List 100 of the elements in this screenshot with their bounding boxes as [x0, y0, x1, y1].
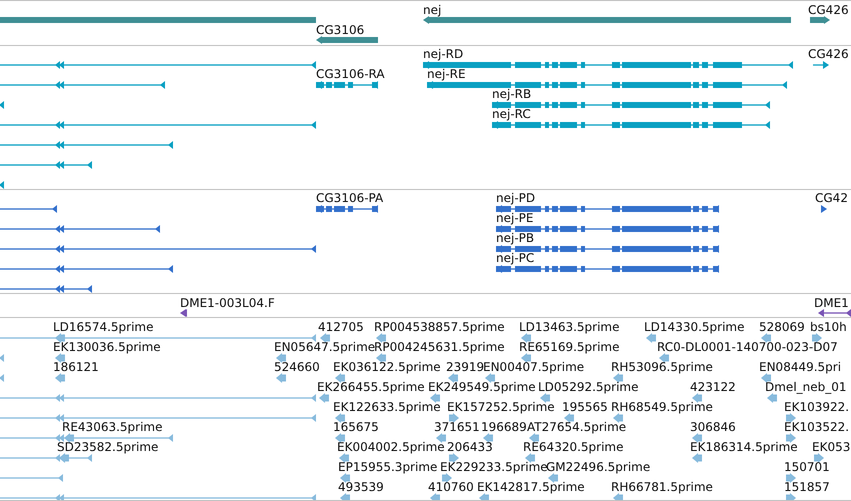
feature-label: AT27654.5prime: [527, 420, 626, 434]
est-glyph[interactable]: [564, 413, 574, 423]
gene-bar[interactable]: [810, 14, 830, 24]
feature-label: 528069: [759, 320, 805, 334]
feature-label: DME1: [814, 296, 849, 310]
transcript-glyph[interactable]: [427, 80, 787, 90]
transcript-glyph[interactable]: [316, 80, 378, 90]
feature-label: EK103522.: [784, 420, 850, 434]
feature-label: CG426: [808, 3, 849, 17]
est-glyph[interactable]: [55, 353, 65, 363]
est-glyph[interactable]: [376, 333, 386, 343]
est-glyph[interactable]: [55, 333, 65, 343]
feature-label: 150701: [784, 460, 830, 474]
feature-label: CG3106: [316, 23, 364, 37]
est-glyph[interactable]: [529, 433, 539, 443]
feature-label: 151857: [784, 480, 830, 494]
feature-label: EP15955.3prime: [338, 460, 438, 474]
est-glyph[interactable]: [521, 333, 531, 343]
feature-label: EK142817.5prime: [477, 480, 585, 494]
feature-label: nej-RC: [492, 107, 531, 121]
feature-label: EK004002.5prime: [337, 440, 445, 454]
feature-label: RE43063.5prime: [62, 420, 162, 434]
protein-glyph[interactable]: [820, 204, 827, 214]
est-glyph[interactable]: [692, 433, 702, 443]
transcript-glyph[interactable]: [810, 60, 829, 70]
est-glyph[interactable]: [814, 453, 824, 463]
feature-label: EK122633.5prime: [333, 400, 441, 414]
feature-label: LD16574.5prime: [53, 320, 154, 334]
est-glyph[interactable]: [335, 433, 345, 443]
feature-label: EN08449.5pri: [759, 360, 842, 374]
feature-label: RC0-DL0001-140700-023-D07: [657, 340, 838, 354]
feature-label: EN05647.5prime: [274, 340, 376, 354]
gene-bar[interactable]: [423, 14, 791, 24]
feature-label: EK186314.5prime: [690, 440, 798, 454]
protein-glyph[interactable]: [496, 204, 719, 214]
est-glyph[interactable]: [786, 473, 796, 483]
feature-label: RE64320.5prime: [523, 440, 624, 454]
feature-label: nej-PC: [496, 251, 534, 265]
est-glyph[interactable]: [335, 373, 345, 383]
feature-label: 371651: [434, 420, 480, 434]
est-glyph[interactable]: [449, 453, 459, 463]
feature-label: 423122: [690, 380, 736, 394]
est-glyph[interactable]: [376, 353, 386, 363]
feature-label: 524660: [274, 360, 320, 374]
feature-label: 196689: [481, 420, 527, 434]
est-glyph[interactable]: [483, 433, 493, 443]
feature-label: bs10h: [810, 320, 847, 334]
protein-glyph[interactable]: [496, 224, 719, 234]
feature-label: 410760: [428, 480, 474, 494]
feature-label: RP004538857.5prime: [374, 320, 505, 334]
feature-label: nej-RD: [423, 47, 464, 61]
transcript-glyph[interactable]: [492, 120, 770, 130]
feature-label: RH66781.5prime: [611, 480, 713, 494]
est-glyph[interactable]: [659, 353, 669, 363]
feature-label: 186121: [53, 360, 99, 374]
clone-glyph[interactable]: [180, 308, 187, 317]
est-glyph[interactable]: [339, 453, 349, 463]
est-glyph[interactable]: [761, 333, 771, 343]
gene-bar[interactable]: [0, 16, 316, 22]
feature-label: LD13463.5prime: [519, 320, 620, 334]
est-glyph[interactable]: [64, 433, 74, 443]
feature-label: nej-PD: [496, 191, 536, 205]
feature-label: EN00407.5prime: [483, 360, 584, 374]
est-glyph[interactable]: [521, 353, 531, 363]
feature-label: 165675: [333, 420, 379, 434]
feature-label: LD14330.5prime: [644, 320, 745, 334]
est-glyph[interactable]: [335, 413, 345, 423]
feature-label: RH68549.5prime: [611, 400, 713, 414]
feature-label: 23919: [446, 360, 484, 374]
feature-label: RH53096.5prime: [611, 360, 713, 374]
protein-glyph[interactable]: [496, 244, 719, 254]
est-glyph[interactable]: [786, 413, 796, 423]
gene-bar[interactable]: [316, 34, 378, 44]
feature-label: nej: [423, 3, 442, 17]
protein-glyph[interactable]: [316, 204, 378, 214]
feature-label: nej-RB: [492, 87, 532, 101]
feature-label: RP004245631.5prime: [374, 340, 505, 354]
est-glyph[interactable]: [276, 353, 286, 363]
feature-label: EK130036.5prime: [53, 340, 161, 354]
feature-label: 306846: [690, 420, 736, 434]
feature-label: nej-PB: [496, 231, 534, 245]
feature-label: EK157252.5prime: [447, 400, 555, 414]
feature-label: 206433: [447, 440, 493, 454]
feature-label: SD23582.5prime: [57, 440, 158, 454]
est-glyph[interactable]: [340, 473, 350, 483]
transcript-glyph[interactable]: [492, 100, 770, 110]
feature-label: EK103922.: [784, 400, 850, 414]
est-glyph[interactable]: [320, 333, 330, 343]
transcript-glyph[interactable]: [423, 60, 793, 70]
feature-label: Dmel_neb_01: [765, 380, 847, 394]
feature-label: 493539: [338, 480, 384, 494]
feature-label: CG3106-PA: [316, 191, 384, 205]
feature-label: nej-RE: [427, 67, 466, 81]
est-glyph[interactable]: [761, 373, 771, 383]
feature-label: EK036122.5prime: [333, 360, 441, 374]
est-glyph[interactable]: [812, 333, 822, 343]
clone-glyph[interactable]: [818, 308, 851, 317]
feature-label: CG3106-RA: [316, 67, 385, 81]
protein-glyph[interactable]: [496, 264, 719, 274]
feature-label: EK053: [812, 440, 850, 454]
